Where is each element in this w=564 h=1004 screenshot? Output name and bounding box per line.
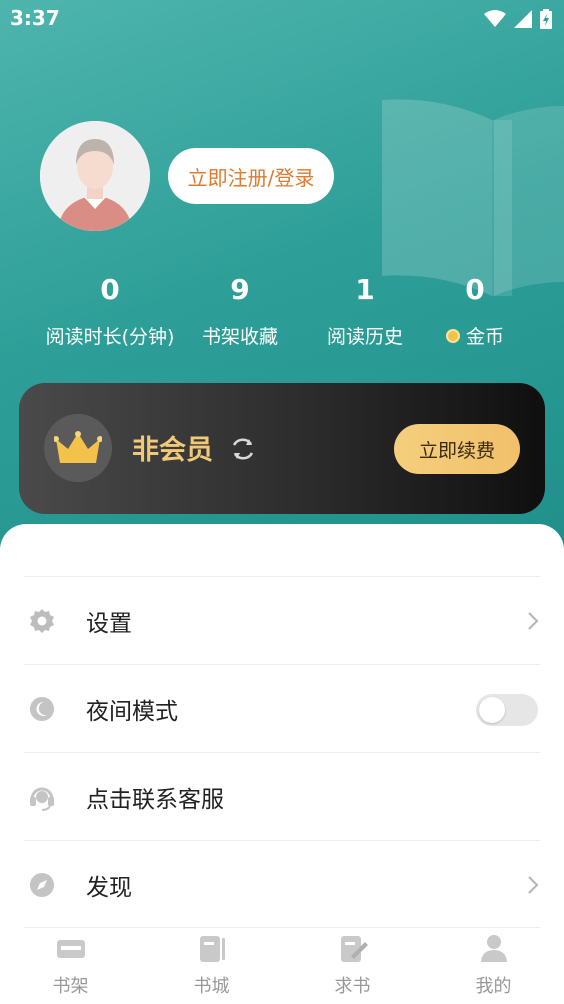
menu-item-discover[interactable]: 发现 <box>0 841 564 929</box>
night-mode-toggle[interactable] <box>476 694 538 726</box>
bookshelf-icon <box>57 940 85 958</box>
battery-icon <box>540 9 552 29</box>
profile-header: 3:37 立即注册/登录 0 阅读时长(分钟) 9 书架收藏 1 阅读历史 0 … <box>0 0 564 600</box>
refresh-icon[interactable] <box>229 435 257 463</box>
login-register-button[interactable]: 立即注册/登录 <box>168 148 334 204</box>
menu-item-label: 点击联系客服 <box>86 787 224 813</box>
book-store-icon <box>200 936 225 962</box>
stat-coins[interactable]: 0 金币 <box>395 270 555 349</box>
stat-value: 0 <box>465 273 485 306</box>
wifi-icon <box>484 10 506 27</box>
tab-book-store[interactable]: 书城 <box>141 928 282 1004</box>
menu-item-customer-service[interactable]: 点击联系客服 <box>0 753 564 841</box>
avatar[interactable] <box>40 121 150 231</box>
headset-icon <box>30 787 54 811</box>
menu-item-night-mode[interactable]: 夜间模式 <box>0 665 564 753</box>
default-avatar-icon <box>40 121 150 231</box>
crown-icon <box>54 431 102 463</box>
vip-card: 非会员 立即续费 <box>19 383 545 514</box>
profile-icon <box>481 935 507 962</box>
menu-item-label: 发现 <box>86 875 132 901</box>
menu-item-label: 设置 <box>86 611 132 637</box>
stat-label: 阅读历史 <box>326 326 403 348</box>
bottom-tab-bar: 书架 书城 求书 我的 <box>0 928 564 1004</box>
status-bar: 3:37 <box>0 0 564 40</box>
request-book-icon <box>341 936 368 962</box>
chevron-right-icon <box>528 876 539 894</box>
status-time: 3:37 <box>10 6 60 30</box>
stat-label: 书架收藏 <box>201 326 278 348</box>
toggle-knob <box>479 697 505 723</box>
tab-label: 我的 <box>475 976 512 997</box>
signal-icon <box>514 10 532 28</box>
tab-request-book[interactable]: 求书 <box>282 928 423 1004</box>
tab-bookshelf[interactable]: 书架 <box>0 928 141 1004</box>
crown-badge <box>44 414 112 482</box>
tab-label: 求书 <box>334 976 371 997</box>
vip-status: 非会员 <box>132 435 213 466</box>
renew-button[interactable]: 立即续费 <box>394 424 520 474</box>
tab-label: 书城 <box>193 976 230 997</box>
moon-icon <box>30 697 54 721</box>
stat-label: 阅读时长(分钟) <box>45 326 175 348</box>
coin-icon <box>445 328 460 343</box>
menu-item-label: 夜间模式 <box>86 699 178 725</box>
menu-item-settings[interactable]: 设置 <box>0 577 564 665</box>
gear-icon <box>30 609 54 633</box>
tab-profile[interactable]: 我的 <box>423 928 564 1004</box>
tab-label: 书架 <box>52 976 89 997</box>
stat-label: 金币 <box>465 326 504 348</box>
compass-icon <box>30 873 54 897</box>
chevron-right-icon <box>528 612 539 630</box>
